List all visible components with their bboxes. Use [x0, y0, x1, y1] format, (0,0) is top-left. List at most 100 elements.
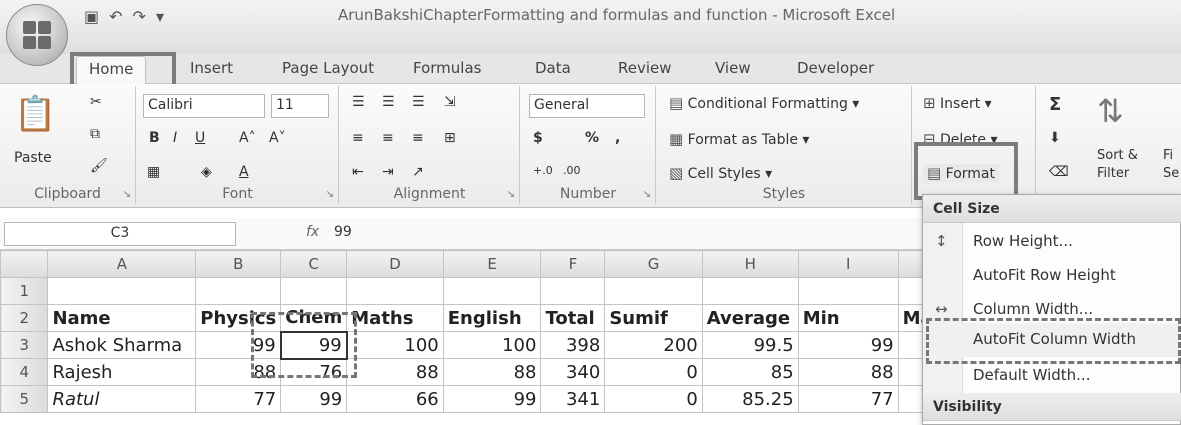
cell[interactable]	[540, 277, 606, 305]
find-select-label-1[interactable]: Fi	[1163, 148, 1173, 163]
cell[interactable]	[442, 277, 542, 305]
column-header-g[interactable]: G	[604, 250, 703, 278]
column-header-f[interactable]: F	[540, 250, 606, 278]
active-cell[interactable]: 99	[279, 330, 348, 360]
cell[interactable]: 77	[797, 385, 899, 413]
tab-formulas[interactable]: Formulas	[413, 59, 481, 77]
cell[interactable]: Total	[540, 304, 606, 332]
cell[interactable]: Ratul	[47, 385, 197, 413]
delete-cells-button[interactable]: ⊟ Delete ▾	[923, 130, 998, 148]
tab-view[interactable]: View	[715, 59, 751, 77]
column-header-e[interactable]: E	[442, 250, 542, 278]
select-all-corner[interactable]	[0, 250, 49, 278]
undo-icon[interactable]: ↶	[109, 7, 122, 26]
clear-icon[interactable]: ⌫	[1049, 164, 1069, 180]
number-launcher-icon[interactable]: ↘	[643, 189, 651, 200]
cell[interactable]: 100	[442, 331, 542, 359]
menu-item-autofit-column-width[interactable]: AutoFit Column Width	[923, 323, 1181, 357]
tab-insert[interactable]: Insert	[190, 59, 233, 77]
fill-icon[interactable]: ⬇	[1049, 130, 1061, 146]
cell[interactable]: Chem	[280, 304, 348, 332]
bold-icon[interactable]: B	[149, 130, 160, 146]
cell[interactable]: 99	[195, 331, 282, 359]
cell[interactable]: Physics	[195, 304, 282, 332]
percent-icon[interactable]: %	[585, 130, 599, 146]
cell[interactable]: 0	[604, 385, 703, 413]
column-header-b[interactable]: B	[195, 250, 282, 278]
decrease-decimal-icon[interactable]: .00	[563, 164, 581, 177]
merge-center-icon[interactable]: ⊞	[444, 130, 456, 146]
bottom-align-icon[interactable]: ☰	[412, 94, 425, 110]
align-right-icon[interactable]: ≡	[412, 130, 424, 146]
format-cells-button[interactable]: ▤ Format	[923, 164, 999, 182]
column-header-d[interactable]: D	[346, 250, 444, 278]
cell[interactable]: 99	[442, 385, 542, 413]
tab-review[interactable]: Review	[618, 59, 672, 77]
cell[interactable]: 99.5	[701, 331, 799, 359]
clipboard-launcher-icon[interactable]: ↘	[123, 189, 131, 200]
redo-icon[interactable]: ↷	[133, 7, 146, 26]
orientation-icon[interactable]: ↗	[412, 164, 424, 180]
fx-icon[interactable]: fx	[306, 224, 319, 240]
office-button[interactable]	[6, 4, 68, 66]
cell[interactable]: 99	[797, 331, 899, 359]
cell[interactable]: 88	[346, 358, 444, 386]
align-left-icon[interactable]: ≡	[352, 130, 364, 146]
increase-indent-icon[interactable]: ⇥	[382, 164, 394, 180]
row-header[interactable]: 5	[0, 385, 49, 413]
top-align-icon[interactable]: ☰	[352, 94, 365, 110]
cell[interactable]: 85	[701, 358, 799, 386]
cell[interactable]: Name	[47, 304, 197, 332]
middle-align-icon[interactable]: ☰	[382, 94, 395, 110]
cell-styles-button[interactable]: ▧ Cell Styles ▾	[669, 164, 772, 182]
font-launcher-icon[interactable]: ↘	[326, 189, 334, 200]
sort-filter-label-1[interactable]: Sort &	[1097, 148, 1138, 163]
cell[interactable]: 0	[604, 358, 703, 386]
align-center-icon[interactable]: ≡	[382, 130, 394, 146]
cell[interactable]: Sumif	[604, 304, 703, 332]
cell[interactable]: Average	[701, 304, 799, 332]
row-header[interactable]: 3	[0, 331, 49, 359]
cell[interactable]: 341	[540, 385, 606, 413]
column-header-a[interactable]: A	[47, 250, 197, 278]
tab-developer[interactable]: Developer	[797, 59, 874, 77]
menu-item-row-height[interactable]: ↕ Row Height...	[923, 225, 1181, 259]
cell[interactable]: 88	[797, 358, 899, 386]
cell[interactable]: 398	[540, 331, 606, 359]
sort-filter-icon[interactable]: ⇅	[1097, 92, 1124, 130]
format-painter-icon[interactable]: 🖌	[90, 158, 108, 174]
cell[interactable]	[280, 277, 348, 305]
format-as-table-button[interactable]: ▦ Format as Table ▾	[669, 130, 809, 148]
cell[interactable]: 77	[195, 385, 282, 413]
customize-qat-icon[interactable]: ▾	[156, 7, 164, 26]
wrap-text-icon[interactable]: ⇲	[444, 94, 456, 110]
name-box[interactable]: C3	[4, 222, 236, 246]
cell[interactable]	[195, 277, 282, 305]
cell[interactable]: Rajesh	[47, 358, 197, 386]
tab-data[interactable]: Data	[535, 59, 571, 77]
cell[interactable]	[604, 277, 703, 305]
alignment-launcher-icon[interactable]: ↘	[507, 189, 515, 200]
cell[interactable]	[797, 277, 899, 305]
font-name-box[interactable]: Calibri	[143, 94, 265, 118]
find-select-label-2[interactable]: Se	[1163, 166, 1179, 181]
autosum-icon[interactable]: Σ	[1049, 94, 1061, 115]
borders-icon[interactable]: ▦	[147, 164, 160, 180]
cell[interactable]: 99	[280, 385, 348, 413]
copy-icon[interactable]: ⧉	[90, 126, 100, 142]
save-icon[interactable]: ▣	[84, 7, 99, 26]
row-header[interactable]: 1	[0, 277, 49, 305]
grow-font-icon[interactable]: A˄	[239, 130, 256, 146]
tab-home[interactable]: Home	[76, 56, 147, 85]
underline-icon[interactable]: U	[195, 130, 205, 146]
conditional-formatting-button[interactable]: ▤ Conditional Formatting ▾	[669, 94, 859, 112]
currency-icon[interactable]: $	[533, 130, 543, 146]
font-color-icon[interactable]: A	[239, 164, 249, 180]
cell[interactable]: 88	[442, 358, 542, 386]
column-header-i[interactable]: I	[797, 250, 899, 278]
column-header-h[interactable]: H	[701, 250, 799, 278]
cell[interactable]: 88	[195, 358, 282, 386]
cell[interactable]: 100	[346, 331, 444, 359]
row-header[interactable]: 2	[0, 304, 49, 332]
cell[interactable]: 85.25	[701, 385, 799, 413]
